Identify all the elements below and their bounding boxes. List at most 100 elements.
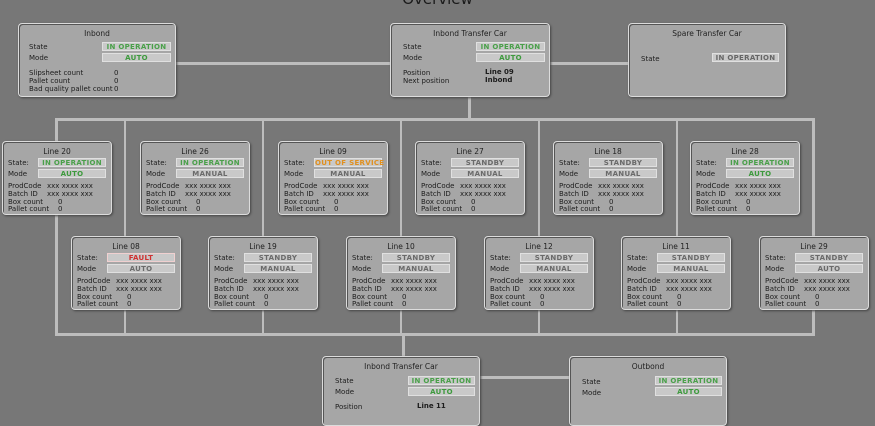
mode-badge: AUTO — [726, 169, 794, 178]
prodcode-value: xxx xxxx xxx — [391, 277, 437, 285]
transfer-top-position-label: Position — [403, 69, 431, 77]
pallet-value: 0 — [58, 205, 63, 213]
line-card-row1-2[interactable]: Line 26 State: IN OPERATION Mode MANUAL … — [140, 141, 250, 215]
transfer-top-mode-badge: AUTO — [476, 53, 545, 62]
transfer-bottom-position-value: Line 11 — [417, 402, 446, 410]
outbond-panel[interactable]: Outbond State IN OPERATION Mode AUTO — [569, 356, 727, 426]
state-label: State: — [559, 159, 580, 167]
state-label: State: — [765, 254, 786, 262]
prodcode-value: xxx xxxx xxx — [598, 182, 644, 190]
inbond-slipsheet-value: 0 — [114, 69, 119, 77]
state-label: State: — [490, 254, 511, 262]
batch-label: Batch ID — [627, 285, 657, 293]
prodcode-label: ProdCode — [352, 277, 386, 285]
pallet-value: 0 — [471, 205, 476, 213]
state-badge: OUT OF SERVICE — [314, 158, 385, 167]
prodcode-label: ProdCode — [696, 182, 730, 190]
batch-value: xxx xxxx xxx — [804, 285, 850, 293]
batch-value: xxx xxxx xxx — [116, 285, 162, 293]
line-card-row1-6[interactable]: Line 28 State: IN OPERATION Mode AUTO Pr… — [690, 141, 800, 215]
outbond-mode-label: Mode — [582, 389, 602, 397]
state-label: State: — [627, 254, 648, 262]
state-badge: STANDBY — [520, 253, 588, 262]
line-card-title: Line 12 — [525, 242, 553, 251]
state-badge: IN OPERATION — [176, 158, 244, 167]
inbond-slipsheet-label: Slipsheet count — [29, 69, 84, 77]
transfer-bottom-mode-badge: AUTO — [408, 387, 475, 396]
state-label: State: — [284, 159, 305, 167]
mode-badge: MANUAL — [520, 264, 588, 273]
mode-badge: AUTO — [795, 264, 863, 273]
page-title: Overview — [0, 0, 875, 8]
line-card-row1-5[interactable]: Line 18 State: STANDBY Mode MANUAL ProdC… — [553, 141, 663, 215]
mode-badge: AUTO — [38, 169, 106, 178]
line-card-row2-1[interactable]: Line 08 State: FAULT Mode AUTO ProdCode … — [71, 236, 181, 310]
pallet-label: Pallet count — [696, 205, 738, 213]
batch-value: xxx xxxx xxx — [391, 285, 437, 293]
line-card-row1-4[interactable]: Line 27 State: STANDBY Mode MANUAL ProdC… — [415, 141, 525, 215]
batch-value: xxx xxxx xxx — [253, 285, 299, 293]
prodcode-value: xxx xxxx xxx — [47, 182, 93, 190]
pallet-value: 0 — [402, 300, 407, 308]
rail-transfer-bottom-up — [402, 333, 405, 357]
mode-label: Mode — [696, 170, 716, 178]
mode-label: Mode — [8, 170, 28, 178]
mode-badge: MANUAL — [382, 264, 450, 273]
prodcode-value: xxx xxxx xxx — [116, 277, 162, 285]
line-card-row2-6[interactable]: Line 29 State: STANDBY Mode AUTO ProdCod… — [759, 236, 869, 310]
prodcode-label: ProdCode — [284, 182, 318, 190]
state-badge: STANDBY — [657, 253, 725, 262]
transfer-car-bottom-panel[interactable]: Inbond Transfer Car State IN OPERATION M… — [322, 356, 480, 426]
line-card-row2-3[interactable]: Line 10 State: STANDBY Mode MANUAL ProdC… — [346, 236, 456, 310]
prodcode-label: ProdCode — [559, 182, 593, 190]
spare-state-label: State — [641, 55, 660, 63]
batch-value: xxx xxxx xxx — [323, 190, 369, 198]
line-card-title: Line 20 — [43, 147, 71, 156]
batch-label: Batch ID — [146, 190, 176, 198]
mode-badge: MANUAL — [314, 169, 382, 178]
batch-label: Batch ID — [8, 190, 38, 198]
pallet-label: Pallet count — [214, 300, 256, 308]
inbond-state-badge: IN OPERATION — [102, 42, 171, 51]
rail-top-bus — [55, 118, 815, 121]
line-card-title: Line 11 — [662, 242, 690, 251]
pallet-value: 0 — [609, 205, 614, 213]
state-badge: STANDBY — [795, 253, 863, 262]
spare-state-badge: IN OPERATION — [712, 53, 779, 62]
spare-transfer-car-panel[interactable]: Spare Transfer Car State IN OPERATION — [628, 23, 786, 97]
prodcode-label: ProdCode — [214, 277, 248, 285]
line-card-row2-2[interactable]: Line 19 State: STANDBY Mode MANUAL ProdC… — [208, 236, 318, 310]
pallet-label: Pallet count — [8, 205, 50, 213]
line-card-row1-3[interactable]: Line 09 State: OUT OF SERVICE Mode MANUA… — [278, 141, 388, 215]
outbond-state-badge: IN OPERATION — [655, 376, 722, 385]
batch-value: xxx xxxx xxx — [47, 190, 93, 198]
line-card-title: Line 09 — [319, 147, 347, 156]
transfer-car-top-panel[interactable]: Inbond Transfer Car State IN OPERATION M… — [390, 23, 550, 97]
line-card-row2-4[interactable]: Line 12 State: STANDBY Mode MANUAL ProdC… — [484, 236, 594, 310]
mode-label: Mode — [352, 265, 372, 273]
inbond-pallet-label: Pallet count — [29, 77, 71, 85]
batch-label: Batch ID — [214, 285, 244, 293]
inbond-panel[interactable]: Inbond State IN OPERATION Mode AUTO Slip… — [18, 23, 176, 97]
line-card-row2-5[interactable]: Line 11 State: STANDBY Mode MANUAL ProdC… — [621, 236, 731, 310]
transfer-bottom-state-badge: IN OPERATION — [408, 376, 475, 385]
prodcode-label: ProdCode — [77, 277, 111, 285]
line-card-title: Line 18 — [594, 147, 622, 156]
batch-label: Batch ID — [352, 285, 382, 293]
prodcode-label: ProdCode — [421, 182, 455, 190]
outbond-title: Outbond — [631, 362, 665, 371]
state-label: State: — [77, 254, 98, 262]
prodcode-value: xxx xxxx xxx — [185, 182, 231, 190]
batch-value: xxx xxxx xxx — [735, 190, 781, 198]
pallet-label: Pallet count — [146, 205, 188, 213]
mode-label: Mode — [490, 265, 510, 273]
mode-badge: MANUAL — [589, 169, 657, 178]
line-card-row1-1[interactable]: Line 20 State: IN OPERATION Mode AUTO Pr… — [2, 141, 112, 215]
spare-title: Spare Transfer Car — [672, 29, 742, 38]
line-card-title: Line 27 — [456, 147, 484, 156]
state-badge: STANDBY — [451, 158, 519, 167]
batch-value: xxx xxxx xxx — [666, 285, 712, 293]
mode-label: Mode — [214, 265, 234, 273]
mode-badge: MANUAL — [176, 169, 244, 178]
mode-label: Mode — [627, 265, 647, 273]
